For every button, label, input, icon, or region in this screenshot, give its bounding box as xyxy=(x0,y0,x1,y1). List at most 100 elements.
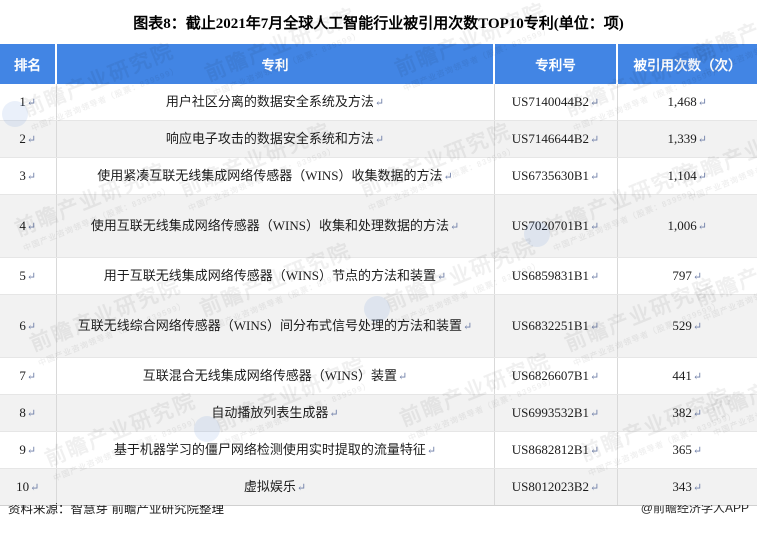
cell-citation-count: 343↵ xyxy=(617,468,757,506)
cell-citation-count: 1,006↵ xyxy=(617,194,757,258)
cell-patent-number: US7140044B2↵ xyxy=(494,84,618,121)
column-header-citations: 被引用次数（次） xyxy=(617,44,757,84)
cell-citation-count: 1,339↵ xyxy=(617,120,757,158)
paragraph-mark-icon: ↵ xyxy=(26,445,37,457)
paragraph-mark-icon: ↵ xyxy=(437,270,447,283)
cell-citation-count: 529↵ xyxy=(617,294,757,358)
paragraph-mark-icon: ↵ xyxy=(692,445,703,457)
paragraph-mark-icon: ↵ xyxy=(26,171,37,183)
paragraph-mark-icon: ↵ xyxy=(590,134,600,146)
cell-citation-count: 1,104↵ xyxy=(617,157,757,195)
paragraph-mark-icon: ↵ xyxy=(692,408,703,420)
paragraph-mark-icon: ↵ xyxy=(697,171,707,183)
cell-patent-name: 使用互联无线集成网络传感器（WINS）收集和处理数据的方法↵ xyxy=(56,194,495,258)
table-row: 10↵ 虚拟娱乐↵ US8012023B2↵ 343↵ xyxy=(0,468,757,506)
paragraph-mark-icon: ↵ xyxy=(590,97,600,109)
cell-patent-number: US6859831B1↵ xyxy=(494,257,618,295)
table-row: 5↵ 用于互联无线集成网络传感器（WINS）节点的方法和装置↵ US6859831B… xyxy=(0,257,757,295)
cell-citation-count: 797↵ xyxy=(617,257,757,295)
table-body: 1↵ 用户社区分离的数据安全系统及方法↵ US7140044B2↵ 1,468↵ 2↵ 响… xyxy=(0,84,757,506)
cell-citation-count: 441↵ xyxy=(617,357,757,395)
cell-rank: 7↵ xyxy=(0,357,57,395)
cell-patent-name: 用户社区分离的数据安全系统及方法↵ xyxy=(56,84,495,121)
paragraph-mark-icon: ↵ xyxy=(329,407,339,420)
table-row: 2↵ 响应电子攻击的数据安全系统和方法↵ US7146644B2↵ 1,339↵ xyxy=(0,120,757,158)
cell-rank: 10↵ xyxy=(0,468,57,506)
cell-patent-name: 基于机器学习的僵尸网络检测使用实时提取的流量特征↵ xyxy=(56,431,495,469)
cell-patent-number: US7146644B2↵ xyxy=(494,120,618,158)
paragraph-mark-icon: ↵ xyxy=(398,370,408,383)
cell-patent-number: US6826607B1↵ xyxy=(494,357,618,395)
table-row: 6↵ 互联无线综合网络传感器（WINS）间分布式信号处理的方法和装置↵ US6832… xyxy=(0,294,757,358)
paragraph-mark-icon: ↵ xyxy=(697,97,707,109)
paragraph-mark-icon: ↵ xyxy=(26,221,37,233)
table-row: 4↵ 使用互联无线集成网络传感器（WINS）收集和处理数据的方法↵ US702070… xyxy=(0,194,757,258)
table-row: 8↵ 自动播放列表生成器↵ US6993532B1↵ 382↵ xyxy=(0,394,757,432)
paragraph-mark-icon: ↵ xyxy=(30,482,40,494)
cell-patent-number: US8012023B2↵ xyxy=(494,468,618,506)
table-header: 排名 专利 专利号 被引用次数（次） xyxy=(0,44,757,84)
chart-image-root: 图表8：截止2021年7月全球人工智能行业被引用次数TOP10专利(单位：项) … xyxy=(0,0,757,534)
paragraph-mark-icon: ↵ xyxy=(26,408,37,420)
cell-patent-name: 使用紧凑互联无线集成网络传感器（WINS）收集数据的方法↵ xyxy=(56,157,495,195)
paragraph-mark-icon: ↵ xyxy=(26,271,37,283)
cell-rank: 4↵ xyxy=(0,194,57,258)
cell-rank: 8↵ xyxy=(0,394,57,432)
cell-patent-number: US6993532B1↵ xyxy=(494,394,618,432)
cell-patent-name: 响应电子攻击的数据安全系统和方法↵ xyxy=(56,120,495,158)
paragraph-mark-icon: ↵ xyxy=(26,321,37,333)
column-header-patent: 专利 xyxy=(56,44,495,84)
paragraph-mark-icon: ↵ xyxy=(26,97,37,109)
paragraph-mark-icon: ↵ xyxy=(374,133,385,146)
paragraph-mark-icon: ↵ xyxy=(692,271,703,283)
table-row: 1↵ 用户社区分离的数据安全系统及方法↵ US7140044B2↵ 1,468↵ xyxy=(0,84,757,121)
chart-title-bar: 图表8：截止2021年7月全球人工智能行业被引用次数TOP10专利(单位：项) xyxy=(0,0,757,44)
paragraph-mark-icon: ↵ xyxy=(590,445,600,457)
paragraph-mark-icon: ↵ xyxy=(692,321,703,333)
cell-citation-count: 365↵ xyxy=(617,431,757,469)
column-header-patent-no: 专利号 xyxy=(494,44,618,84)
cell-patent-number: US8682812B1↵ xyxy=(494,431,618,469)
cell-rank: 9↵ xyxy=(0,431,57,469)
table-row: 7↵ 互联混合无线集成网络传感器（WINS）装置↵ US6826607B1↵ 441↵ xyxy=(0,357,757,395)
paragraph-mark-icon: ↵ xyxy=(590,408,600,420)
header-row: 排名 专利 专利号 被引用次数（次） xyxy=(0,44,757,84)
cell-citation-count: 382↵ xyxy=(617,394,757,432)
patent-table: 排名 专利 专利号 被引用次数（次） 1↵ 用户社区分离的数据安全系统及方法↵ US… xyxy=(0,44,757,506)
cell-patent-number: US6735630B1↵ xyxy=(494,157,618,195)
cell-rank: 5↵ xyxy=(0,257,57,295)
table-row: 9↵ 基于机器学习的僵尸网络检测使用实时提取的流量特征↵ US8682812B1↵ 3… xyxy=(0,431,757,469)
paragraph-mark-icon: ↵ xyxy=(590,321,600,333)
cell-patent-name: 互联无线综合网络传感器（WINS）间分布式信号处理的方法和装置↵ xyxy=(56,294,495,358)
paragraph-mark-icon: ↵ xyxy=(26,371,37,383)
paragraph-mark-icon: ↵ xyxy=(590,171,600,183)
paragraph-mark-icon: ↵ xyxy=(463,320,473,333)
paragraph-mark-icon: ↵ xyxy=(296,481,307,494)
cell-rank: 2↵ xyxy=(0,120,57,158)
paragraph-mark-icon: ↵ xyxy=(450,220,460,233)
paragraph-mark-icon: ↵ xyxy=(590,482,600,494)
column-header-rank: 排名 xyxy=(0,44,57,84)
paragraph-mark-icon: ↵ xyxy=(426,444,437,457)
paragraph-mark-icon: ↵ xyxy=(697,134,707,146)
cell-patent-name: 虚拟娱乐↵ xyxy=(56,468,495,506)
cell-patent-number: US7020701B1↵ xyxy=(494,194,618,258)
paragraph-mark-icon: ↵ xyxy=(692,371,703,383)
cell-citation-count: 1,468↵ xyxy=(617,84,757,121)
paragraph-mark-icon: ↵ xyxy=(590,221,600,233)
cell-rank: 1↵ xyxy=(0,84,57,121)
paragraph-mark-icon: ↵ xyxy=(443,170,453,183)
cell-rank: 6↵ xyxy=(0,294,57,358)
cell-patent-name: 自动播放列表生成器↵ xyxy=(56,394,495,432)
paragraph-mark-icon: ↵ xyxy=(374,96,385,109)
paragraph-mark-icon: ↵ xyxy=(697,221,707,233)
paragraph-mark-icon: ↵ xyxy=(692,482,703,494)
paragraph-mark-icon: ↵ xyxy=(590,371,600,383)
paragraph-mark-icon: ↵ xyxy=(26,134,37,146)
patent-table-wrapper: 排名 专利 专利号 被引用次数（次） 1↵ 用户社区分离的数据安全系统及方法↵ US… xyxy=(0,44,757,506)
table-row: 3↵ 使用紧凑互联无线集成网络传感器（WINS）收集数据的方法↵ US6735630… xyxy=(0,157,757,195)
cell-rank: 3↵ xyxy=(0,157,57,195)
cell-patent-name: 互联混合无线集成网络传感器（WINS）装置↵ xyxy=(56,357,495,395)
paragraph-mark-icon: ↵ xyxy=(590,271,600,283)
page-title: 图表8：截止2021年7月全球人工智能行业被引用次数TOP10专利(单位：项) xyxy=(133,15,624,32)
